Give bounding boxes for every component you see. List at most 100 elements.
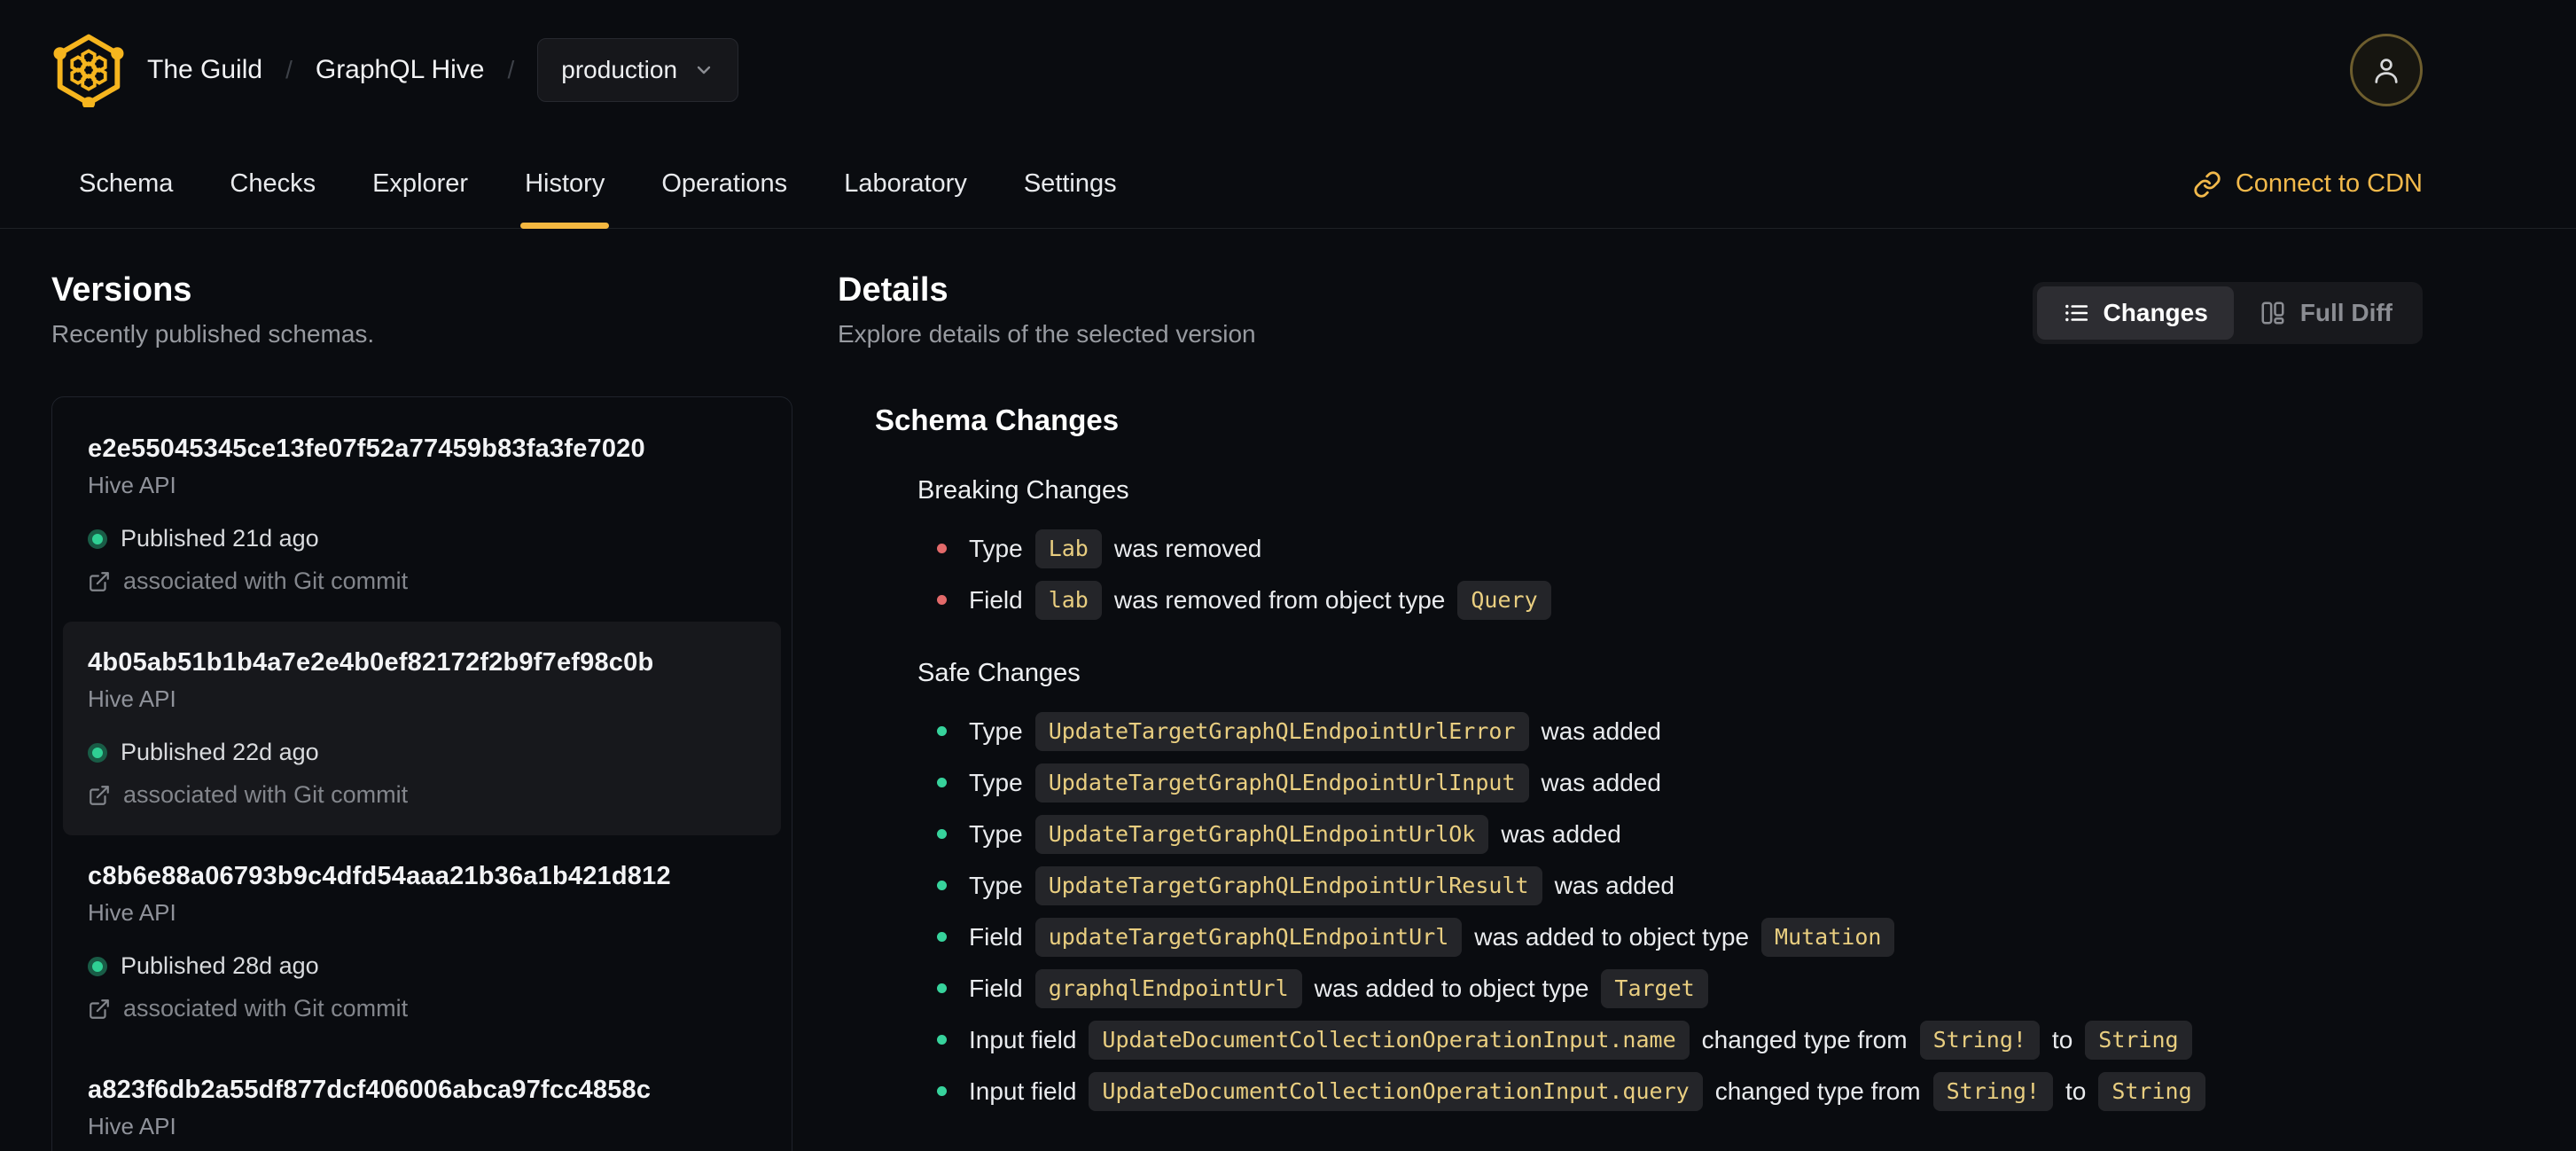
- breadcrumb-org[interactable]: The Guild: [147, 55, 262, 85]
- change-text: was added: [1501, 819, 1621, 848]
- safe-bullet: [937, 829, 947, 839]
- version-published-time: Published 22d ago: [121, 739, 319, 765]
- change-text: Field: [969, 974, 1023, 1002]
- change-section-heading: Breaking Changes: [917, 476, 1129, 505]
- version-service-name: Hive API: [88, 899, 176, 926]
- change-text: was added: [1541, 768, 1661, 796]
- safe-change-row: Field updateTargetGraphQLEndpointUrl was a…: [937, 917, 2423, 957]
- change-text: to: [2051, 1025, 2073, 1053]
- version-list-item[interactable]: a823f6db2a55df877dcf406006abca97fcc4858c…: [63, 1049, 781, 1151]
- details-title: Details: [838, 271, 948, 309]
- breadcrumb: The Guild / GraphQL Hive / production: [147, 38, 739, 102]
- changes-view-button[interactable]: Changes: [2036, 286, 2234, 340]
- user-menu-button[interactable]: [2350, 34, 2423, 106]
- code-chip: lab: [1034, 580, 1102, 620]
- change-text: Field: [969, 585, 1023, 614]
- safe-change-row: Field graphqlEndpointUrl was added to obje…: [937, 968, 2423, 1008]
- published-status-dot: [88, 742, 107, 763]
- connect-to-cdn-button[interactable]: Connect to CDN: [2193, 140, 2423, 228]
- nav-tabs: Schema Checks Explorer History Operations Lab…: [51, 140, 1144, 229]
- safe-bullet: [937, 932, 947, 942]
- external-link-icon: [90, 571, 109, 591]
- change-description: Type UpdateTargetGraphQLEndpointUrlInput w…: [969, 763, 1661, 803]
- change-description: Input field UpdateDocumentCollectionOpera…: [969, 1020, 2192, 1060]
- change-description: Input field UpdateDocumentCollectionOpera…: [969, 1071, 2205, 1111]
- change-text: changed type from: [1701, 1025, 1908, 1053]
- version-hash: 4b05ab51b1b4a7e2e4b0ef82172f2b9f7ef98c0b: [88, 648, 654, 677]
- change-list: Type UpdateTargetGraphQLEndpointUrlError w…: [917, 711, 2423, 1111]
- tab-label: Explorer: [372, 169, 469, 198]
- version-list: e2e55045345ce13fe07f52a77459b83fa3fe7020…: [51, 396, 792, 1151]
- versions-title: Versions: [51, 271, 192, 309]
- safe-bullet: [937, 726, 947, 736]
- change-text: Input field: [969, 1025, 1077, 1053]
- diff-columns-icon: [2261, 301, 2284, 325]
- tab-explorer[interactable]: Explorer: [345, 140, 496, 228]
- code-chip: UpdateTargetGraphQLEndpointUrlResult: [1034, 865, 1542, 905]
- target-selector-dropdown[interactable]: production: [537, 38, 739, 102]
- change-description: Field graphqlEndpointUrl was added to obje…: [969, 968, 1708, 1008]
- code-chip: String: [2098, 1071, 2205, 1111]
- code-chip: Lab: [1034, 529, 1102, 568]
- details-header: Details Explore details of the selected …: [838, 271, 2423, 348]
- code-chip: String: [2085, 1020, 2192, 1060]
- tab-laboratory[interactable]: Laboratory: [816, 140, 995, 228]
- tab-history[interactable]: History: [497, 140, 632, 229]
- tab-label: Checks: [230, 169, 316, 198]
- version-hash: c8b6e88a06793b9c4dfd54aaa21b36a1b421d812: [88, 862, 671, 890]
- tab-schema[interactable]: Schema: [51, 140, 200, 228]
- tab-checks[interactable]: Checks: [202, 140, 343, 228]
- git-commit-link[interactable]: associated with Git commit: [88, 995, 756, 1022]
- versions-panel: Versions Recently published schemas. e2e…: [51, 271, 792, 1151]
- version-service-name: Hive API: [88, 685, 176, 712]
- full-diff-view-button[interactable]: Full Diff: [2234, 286, 2418, 340]
- version-list-item[interactable]: e2e55045345ce13fe07f52a77459b83fa3fe7020…: [63, 408, 781, 622]
- change-text: was added to object type: [1314, 974, 1589, 1002]
- code-chip: String!: [1919, 1020, 2040, 1060]
- version-list-item[interactable]: 4b05ab51b1b4a7e2e4b0ef82172f2b9f7ef98c0b…: [63, 622, 781, 835]
- code-chip: UpdateDocumentCollectionOperationInput.q…: [1089, 1071, 1703, 1111]
- safe-change-row: Type UpdateTargetGraphQLEndpointUrlResult…: [937, 865, 2423, 905]
- version-published-time: Published 28d ago: [121, 952, 319, 979]
- safe-change-row: Type UpdateTargetGraphQLEndpointUrlInput w…: [937, 763, 2423, 803]
- safe-bullet: [937, 1035, 947, 1045]
- git-commit-link[interactable]: associated with Git commit: [88, 781, 756, 809]
- version-service-name: Hive API: [88, 472, 176, 498]
- tab-label: History: [525, 169, 605, 198]
- tab-label: Settings: [1023, 169, 1117, 198]
- breadcrumb-project[interactable]: GraphQL Hive: [316, 55, 485, 85]
- details-panel: Details Explore details of the selected …: [838, 271, 2423, 1151]
- graphql-hive-history-page: { "colors": { "accent_yellow": "#f4b740"…: [0, 0, 2576, 1151]
- code-chip: String!: [1932, 1071, 2053, 1111]
- breadcrumb-separator: /: [507, 56, 515, 83]
- git-commit-link[interactable]: associated with Git commit: [88, 568, 756, 595]
- change-text: to: [2065, 1077, 2087, 1105]
- change-description: Field updateTargetGraphQLEndpointUrl was a…: [969, 917, 1895, 957]
- change-text: was added to object type: [1474, 922, 1750, 951]
- change-sections: Breaking Changes Type Lab was removed Field…: [875, 476, 2423, 1111]
- breaking-changes-section: Breaking Changes Type Lab was removed Field…: [875, 476, 2423, 620]
- safe-change-row: Type UpdateTargetGraphQLEndpointUrlOk was …: [937, 814, 2423, 854]
- tab-settings[interactable]: Settings: [996, 140, 1144, 228]
- change-text: Type: [969, 534, 1023, 562]
- change-description: Type UpdateTargetGraphQLEndpointUrlError w…: [969, 711, 1661, 751]
- app-header: The Guild / GraphQL Hive / production: [0, 0, 2576, 140]
- main-content: Versions Recently published schemas. e2e…: [0, 229, 2576, 1151]
- change-text: was removed from object type: [1113, 585, 1446, 614]
- change-text: was added: [1541, 716, 1661, 745]
- change-text: Field: [969, 922, 1023, 951]
- version-list-item[interactable]: c8b6e88a06793b9c4dfd54aaa21b36a1b421d812…: [63, 835, 781, 1049]
- safe-change-row: Input field UpdateDocumentCollectionOpera…: [937, 1020, 2423, 1060]
- breaking-change-row: Type Lab was removed: [937, 529, 2423, 568]
- git-commit-label: associated with Git commit: [123, 568, 409, 594]
- list-icon: [2065, 304, 2088, 322]
- code-chip: UpdateTargetGraphQLEndpointUrlInput: [1034, 763, 1529, 803]
- tab-operations[interactable]: Operations: [634, 140, 815, 228]
- version-service-name: Hive API: [88, 1113, 176, 1139]
- change-text: was removed: [1113, 534, 1262, 562]
- breadcrumb-separator: /: [285, 56, 293, 83]
- safe-changes-section: Safe Changes Type UpdateTargetGraphQLEndp…: [875, 659, 2423, 1111]
- schema-changes-title: Schema Changes: [875, 403, 1120, 436]
- hive-logo-icon[interactable]: [51, 33, 126, 107]
- full-diff-view-label: Full Diff: [2299, 299, 2393, 326]
